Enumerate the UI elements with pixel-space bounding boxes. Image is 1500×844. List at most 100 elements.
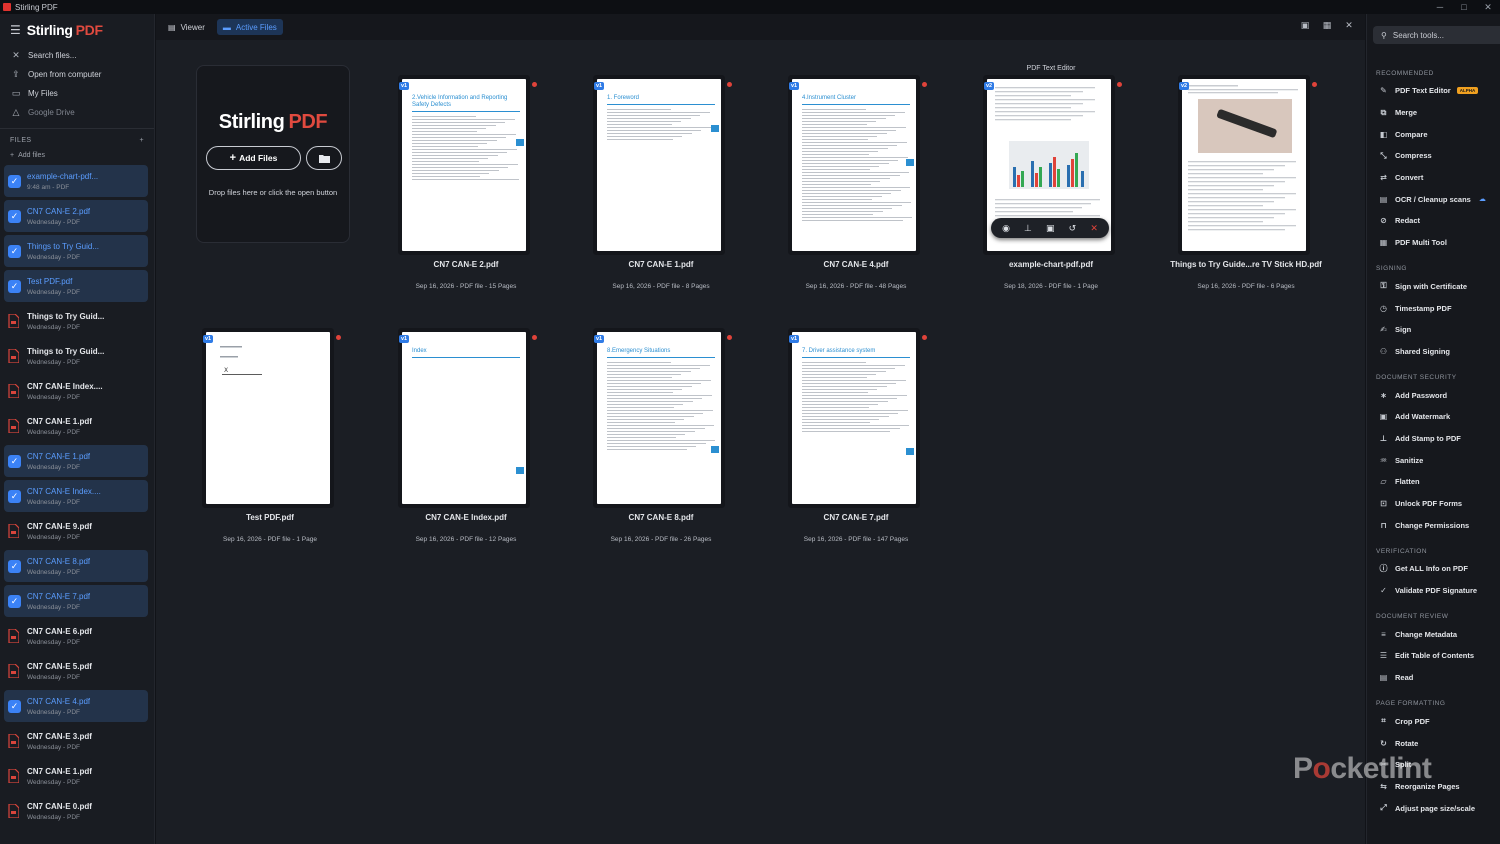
tool-add-password[interactable]: ∗ Add Password — [1367, 384, 1500, 406]
file-card[interactable]: v1 X Test PDF.pdf Sep 16, 2026 - PDF file -… — [200, 317, 341, 543]
tab-viewer[interactable]: ▤ Viewer — [162, 19, 211, 35]
file-list-item[interactable]: ✓ Things to Try Guid... Wednesday - PDF — [4, 235, 148, 267]
save-icon[interactable]: ▣ — [1299, 20, 1311, 31]
file-list-item[interactable]: CN7 CAN-E 1.pdf Wednesday - PDF — [4, 760, 148, 792]
page-thumbnail[interactable]: 8.Emergency Situations — [597, 332, 721, 504]
tool-add-watermark[interactable]: ▣ Add Watermark — [1367, 406, 1500, 428]
close-icon[interactable]: ✕ — [10, 50, 22, 61]
tool-change-metadata[interactable]: ≡ Change Metadata — [1367, 623, 1500, 645]
file-list-item[interactable]: ✓ CN7 CAN-E 8.pdf Wednesday - PDF — [4, 550, 148, 582]
open-folder-button[interactable] — [306, 146, 342, 170]
save-icon[interactable]: ▣ — [1046, 223, 1055, 234]
tool-ocr-cleanup-scans[interactable]: ▤ OCR / Cleanup scans ☁ — [1367, 188, 1500, 210]
checkbox-checked-icon[interactable]: ✓ — [8, 209, 21, 223]
search-files-input[interactable]: ✕ Search files... — [0, 46, 154, 65]
minimize-icon[interactable]: ─ — [1428, 0, 1452, 14]
tool-rotate[interactable]: ↻ Rotate — [1367, 732, 1500, 754]
checkbox-checked-icon[interactable]: ✓ — [8, 699, 21, 713]
checkbox-checked-icon[interactable]: ✓ — [8, 559, 21, 573]
page-thumbnail[interactable]: 7. Driver assistance system — [792, 332, 916, 504]
tool-read[interactable]: ▤ Read — [1367, 667, 1500, 689]
tool-merge[interactable]: ⧉ Merge — [1367, 102, 1500, 124]
sidebar-item-open-from-computer[interactable]: ⇪ Open from computer — [0, 65, 154, 84]
tool-sanitize[interactable]: ♒ Sanitize — [1367, 449, 1500, 471]
file-list-item[interactable]: ✓ CN7 CAN-E 1.pdf Wednesday - PDF — [4, 445, 148, 477]
file-list-item[interactable]: ✓ example-chart-pdf... 9:48 am - PDF — [4, 165, 148, 197]
tool-pdf-text-editor[interactable]: ✎ PDF Text Editor ALPHA — [1367, 80, 1500, 102]
file-list-item[interactable]: Things to Try Guid... Wednesday - PDF — [4, 340, 148, 372]
file-list-item[interactable]: CN7 CAN-E 3.pdf Wednesday - PDF — [4, 725, 148, 757]
page-thumbnail[interactable]: 1. Foreword — [597, 79, 721, 251]
checkbox-checked-icon[interactable]: ✓ — [8, 279, 21, 293]
plus-icon: + — [10, 151, 15, 159]
tool-edit-table-of-contents[interactable]: ☰ Edit Table of Contents — [1367, 645, 1500, 667]
file-list-item[interactable]: ✓ CN7 CAN-E 2.pdf Wednesday - PDF — [4, 200, 148, 232]
tool-get-all-info-on-pdf[interactable]: ⓘ Get ALL Info on PDF — [1367, 558, 1500, 580]
file-card[interactable]: PDF Text Editor v2 ◉ ⊥ ▣ ↺ ✕ example-chart-pdf.… — [981, 64, 1122, 290]
file-card[interactable]: v2 Things to Try Guide...re TV Stick HD.p… — [1170, 64, 1322, 290]
tool-pdf-multi-tool[interactable]: ▦ PDF Multi Tool — [1367, 232, 1500, 254]
file-card[interactable]: v1 Index CN7 CAN-E Index.pdf Sep 16, 2026 -… — [396, 317, 537, 543]
file-list-item[interactable]: CN7 CAN-E 0.pdf Wednesday - PDF — [4, 795, 148, 827]
file-card[interactable]: v1 7. Driver assistance system CN7 CAN-E 7… — [786, 317, 927, 543]
close-icon[interactable]: ✕ — [1343, 20, 1355, 31]
save-all-icon[interactable]: ▦ — [1321, 20, 1333, 31]
tool-shared-signing[interactable]: ⚇ Shared Signing — [1367, 341, 1500, 363]
add-icon[interactable]: + — [140, 137, 145, 144]
tool-flatten[interactable]: ▱ Flatten — [1367, 471, 1500, 493]
tool-crop-pdf[interactable]: ⌗ Crop PDF — [1367, 711, 1500, 733]
tool-sign[interactable]: ✍ Sign — [1367, 319, 1500, 341]
file-card[interactable]: v1 2.Vehicle Information and Reporting Sa… — [396, 64, 537, 290]
tool-adjust-page-size-scale[interactable]: ⤢ Adjust page size/scale — [1367, 797, 1500, 819]
history-icon[interactable]: ↺ — [1069, 223, 1077, 234]
file-list-item[interactable]: ✓ CN7 CAN-E 7.pdf Wednesday - PDF — [4, 585, 148, 617]
maximize-icon[interactable]: □ — [1452, 0, 1476, 14]
tool-timestamp-pdf[interactable]: ◷ Timestamp PDF — [1367, 297, 1500, 319]
add-files-button[interactable]: + Add Files — [206, 146, 301, 170]
tool-validate-pdf-signature[interactable]: ✓ Validate PDF Signature — [1367, 580, 1500, 602]
search-tools-input[interactable]: ⚲ Search tools... — [1373, 26, 1500, 44]
file-list-item[interactable]: Things to Try Guid... Wednesday - PDF — [4, 305, 148, 337]
file-list-item[interactable]: CN7 CAN-E Index.... Wednesday - PDF — [4, 375, 148, 407]
file-name: example-chart-pdf... — [27, 171, 99, 181]
page-thumbnail[interactable]: Index — [402, 332, 526, 504]
file-list-item[interactable]: CN7 CAN-E 1.pdf Wednesday - PDF — [4, 410, 148, 442]
checkbox-checked-icon[interactable]: ✓ — [8, 174, 21, 188]
dropzone[interactable]: Stirling PDF + Add Files Drop files here … — [196, 65, 350, 243]
pin-icon[interactable]: ⊥ — [1024, 223, 1032, 234]
file-list-item[interactable]: ✓ CN7 CAN-E Index.... Wednesday - PDF — [4, 480, 148, 512]
page-thumbnail[interactable]: 2.Vehicle Information and Reporting Safe… — [402, 79, 526, 251]
tool-label: Adjust page size/scale — [1395, 803, 1476, 813]
tool-change-permissions[interactable]: ⊓ Change Permissions — [1367, 514, 1500, 536]
tool-add-stamp-to-pdf[interactable]: ⊥ Add Stamp to PDF — [1367, 428, 1500, 450]
sidebar-item-my-files[interactable]: ▭ My Files — [0, 84, 154, 103]
checkbox-checked-icon[interactable]: ✓ — [8, 594, 21, 608]
sidebar-item-google-drive[interactable]: △ Google Drive — [0, 103, 154, 122]
file-list-item[interactable]: ✓ Test PDF.pdf Wednesday - PDF — [4, 270, 148, 302]
checkbox-checked-icon[interactable]: ✓ — [8, 454, 21, 468]
file-card[interactable]: v1 1. Foreword CN7 CAN-E 1.pdf Sep 16, 2026… — [591, 64, 732, 290]
tool-compress[interactable]: ⤡ Compress — [1367, 145, 1500, 167]
page-thumbnail[interactable] — [1182, 79, 1306, 251]
page-thumbnail[interactable]: X — [206, 332, 330, 504]
tool-compare[interactable]: ◧ Compare — [1367, 123, 1500, 145]
tab-active-files[interactable]: ▬ Active Files — [216, 19, 283, 35]
checkbox-checked-icon[interactable]: ✓ — [8, 489, 21, 503]
file-list-item[interactable]: CN7 CAN-E 5.pdf Wednesday - PDF — [4, 655, 148, 687]
file-list-item[interactable]: CN7 CAN-E 9.pdf Wednesday - PDF — [4, 515, 148, 547]
checkbox-checked-icon[interactable]: ✓ — [8, 244, 21, 258]
tool-convert[interactable]: ⇄ Convert — [1367, 167, 1500, 189]
eye-icon[interactable]: ◉ — [1002, 223, 1010, 234]
add-files-link[interactable]: + Add files — [0, 147, 154, 163]
tool-redact[interactable]: ⊘ Redact — [1367, 210, 1500, 232]
file-card[interactable]: v1 4.Instrument Cluster CN7 CAN-E 4.pdf Sep… — [786, 64, 927, 290]
close-icon[interactable]: ✕ — [1090, 223, 1098, 234]
file-card[interactable]: v1 8.Emergency Situations CN7 CAN-E 8.pdf S… — [591, 317, 732, 543]
file-list-item[interactable]: ✓ CN7 CAN-E 4.pdf Wednesday - PDF — [4, 690, 148, 722]
menu-icon[interactable]: ☰ — [10, 23, 21, 37]
file-list-item[interactable]: CN7 CAN-E 6.pdf Wednesday - PDF — [4, 620, 148, 652]
page-thumbnail[interactable]: 4.Instrument Cluster — [792, 79, 916, 251]
close-window-icon[interactable]: ✕ — [1476, 0, 1500, 14]
tool-sign-with-certificate[interactable]: ⚿ Sign with Certificate — [1367, 276, 1500, 298]
tool-unlock-pdf-forms[interactable]: ⊡ Unlock PDF Forms — [1367, 493, 1500, 515]
